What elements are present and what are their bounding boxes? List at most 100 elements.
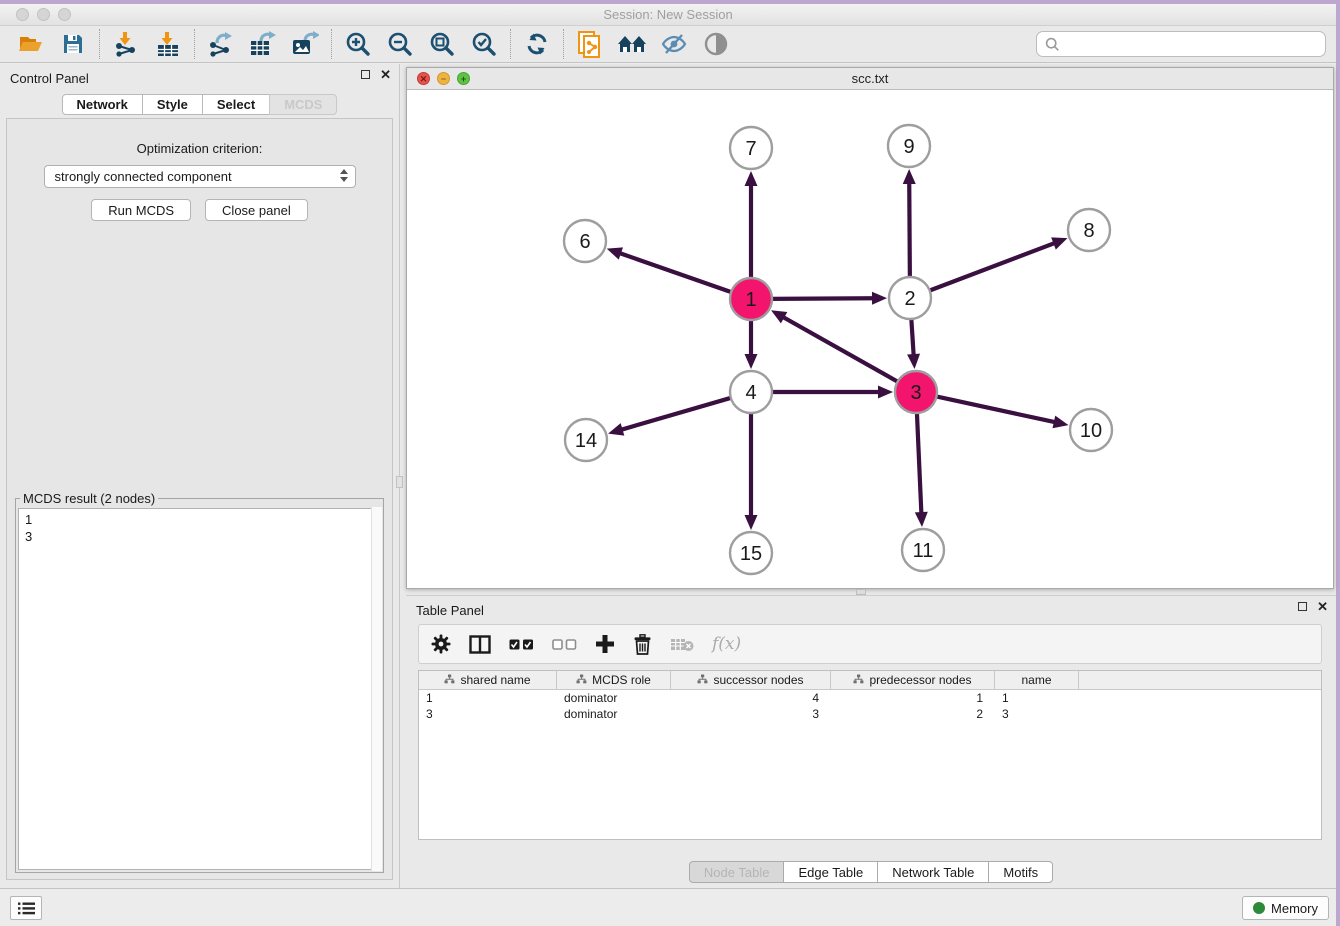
layout-refresh-button[interactable]: [516, 28, 558, 60]
tab-node-table[interactable]: Node Table: [689, 861, 785, 883]
table-cell[interactable]: 3: [671, 706, 831, 722]
select-all-button[interactable]: [509, 639, 534, 650]
column-header-MCDS-role[interactable]: MCDS role: [557, 671, 671, 689]
zoom-in-button[interactable]: [337, 28, 379, 60]
network-window-titlebar[interactable]: ✕ − + scc.txt: [407, 68, 1333, 90]
show-details-eye-icon: [703, 31, 729, 57]
new-network-from-selection-button[interactable]: [569, 28, 611, 60]
mcds-result-title: MCDS result (2 nodes): [20, 491, 158, 506]
tab-network-table[interactable]: Network Table: [877, 861, 989, 883]
add-column-button[interactable]: [595, 634, 615, 654]
graph-edge-3-1[interactable]: [782, 317, 899, 383]
graph-node-label: 15: [740, 543, 762, 565]
mcds-result-text[interactable]: 1 3: [18, 508, 381, 870]
run-mcds-button[interactable]: Run MCDS: [91, 199, 191, 221]
table-cell[interactable]: 3: [419, 706, 557, 722]
zoom-out-icon: [387, 31, 413, 57]
close-panel-button[interactable]: Close panel: [205, 199, 308, 221]
edge-arrowhead: [745, 354, 758, 369]
graph-edge-2-8[interactable]: [928, 243, 1056, 291]
panel-divider-handle[interactable]: [396, 476, 403, 488]
tab-motifs[interactable]: Motifs: [988, 861, 1053, 883]
table-cell[interactable]: 3: [995, 706, 1079, 722]
houses-button[interactable]: [611, 28, 653, 60]
edge-arrowhead: [915, 512, 928, 527]
table-row[interactable]: 3dominator323: [419, 706, 1321, 722]
close-panel-icon[interactable]: ✕: [380, 70, 391, 79]
tab-edge-table[interactable]: Edge Table: [783, 861, 878, 883]
table-cell[interactable]: dominator: [557, 690, 671, 706]
hierarchy-icon: [697, 673, 708, 687]
graph-edge-2-3[interactable]: [911, 317, 913, 356]
table-cell[interactable]: 1: [831, 690, 995, 706]
toolbar-separator: [331, 29, 332, 59]
memory-button[interactable]: Memory: [1242, 896, 1329, 920]
float-panel-icon[interactable]: [361, 70, 370, 79]
import-network-icon: [113, 31, 139, 57]
open-session-button[interactable]: [10, 28, 52, 60]
eye-slash-icon: [660, 32, 688, 56]
gear-button[interactable]: [431, 634, 451, 654]
export-table-icon: [249, 31, 277, 57]
split-columns-button[interactable]: [469, 635, 491, 654]
new-network-from-selection-icon: [577, 30, 603, 58]
column-header-shared-name[interactable]: shared name: [419, 671, 557, 689]
export-image-button[interactable]: [284, 28, 326, 60]
optimization-criterion-select[interactable]: strongly connected component: [44, 165, 356, 188]
table-cell[interactable]: 1: [995, 690, 1079, 706]
export-image-icon: [291, 31, 319, 57]
table-cell[interactable]: 4: [671, 690, 831, 706]
graph-node-label: 11: [913, 540, 934, 562]
export-network-button[interactable]: [200, 28, 242, 60]
table-row[interactable]: 1dominator411: [419, 690, 1321, 706]
graph-edge-1-2[interactable]: [770, 298, 874, 299]
table-body: 1dominator4113dominator323: [419, 690, 1321, 722]
zoom-in-icon: [345, 31, 371, 57]
graph-edge-4-14[interactable]: [621, 397, 733, 430]
tab-mcds[interactable]: MCDS: [269, 94, 337, 115]
dropdown-value: strongly connected component: [55, 169, 232, 184]
zoom-fit-button[interactable]: [421, 28, 463, 60]
search-input[interactable]: [1060, 37, 1317, 52]
table-panel-title: Table Panel: [416, 603, 484, 618]
tab-select[interactable]: Select: [202, 94, 270, 115]
import-table-button[interactable]: [147, 28, 189, 60]
graph-edge-2-9[interactable]: [909, 182, 910, 279]
tab-style[interactable]: Style: [142, 94, 203, 115]
export-table-button[interactable]: [242, 28, 284, 60]
result-scrollbar[interactable]: [371, 507, 382, 871]
column-header-successor-nodes[interactable]: successor nodes: [671, 671, 831, 689]
delete-table-button[interactable]: [670, 637, 694, 652]
control-panel-title: Control Panel: [10, 71, 89, 86]
search-field[interactable]: [1036, 31, 1326, 57]
zoom-selected-button[interactable]: [463, 28, 505, 60]
save-session-button[interactable]: [52, 28, 94, 60]
show-details-button[interactable]: [695, 28, 737, 60]
deselect-all-button[interactable]: [552, 639, 577, 650]
graph-edge-3-11[interactable]: [917, 411, 922, 514]
chevron-updown-icon: [340, 169, 348, 182]
column-header-predecessor-nodes[interactable]: predecessor nodes: [831, 671, 995, 689]
delete-button[interactable]: [633, 634, 652, 655]
graph-edge-3-10[interactable]: [935, 396, 1056, 422]
table-toolbar: f(x): [418, 624, 1322, 664]
graph-edge-1-6[interactable]: [619, 253, 733, 293]
window-title: Session: New Session: [0, 7, 1336, 22]
function-builder-button[interactable]: f(x): [712, 634, 741, 654]
task-history-button[interactable]: [10, 896, 42, 920]
column-header-name[interactable]: name: [995, 671, 1079, 689]
edge-arrowhead: [607, 247, 623, 259]
network-window-title: scc.txt: [407, 71, 1333, 86]
network-canvas[interactable]: 7968124314101511: [407, 90, 1333, 588]
float-panel-icon[interactable]: [1298, 602, 1307, 611]
table-cell[interactable]: dominator: [557, 706, 671, 722]
zoom-selected-icon: [471, 31, 497, 57]
hide-selected-button[interactable]: [653, 28, 695, 60]
table-cell[interactable]: 2: [831, 706, 995, 722]
close-panel-icon[interactable]: ✕: [1317, 602, 1328, 611]
zoom-out-button[interactable]: [379, 28, 421, 60]
table-cell[interactable]: 1: [419, 690, 557, 706]
tab-network[interactable]: Network: [62, 94, 143, 115]
import-network-button[interactable]: [105, 28, 147, 60]
edge-arrowhead: [872, 292, 887, 305]
